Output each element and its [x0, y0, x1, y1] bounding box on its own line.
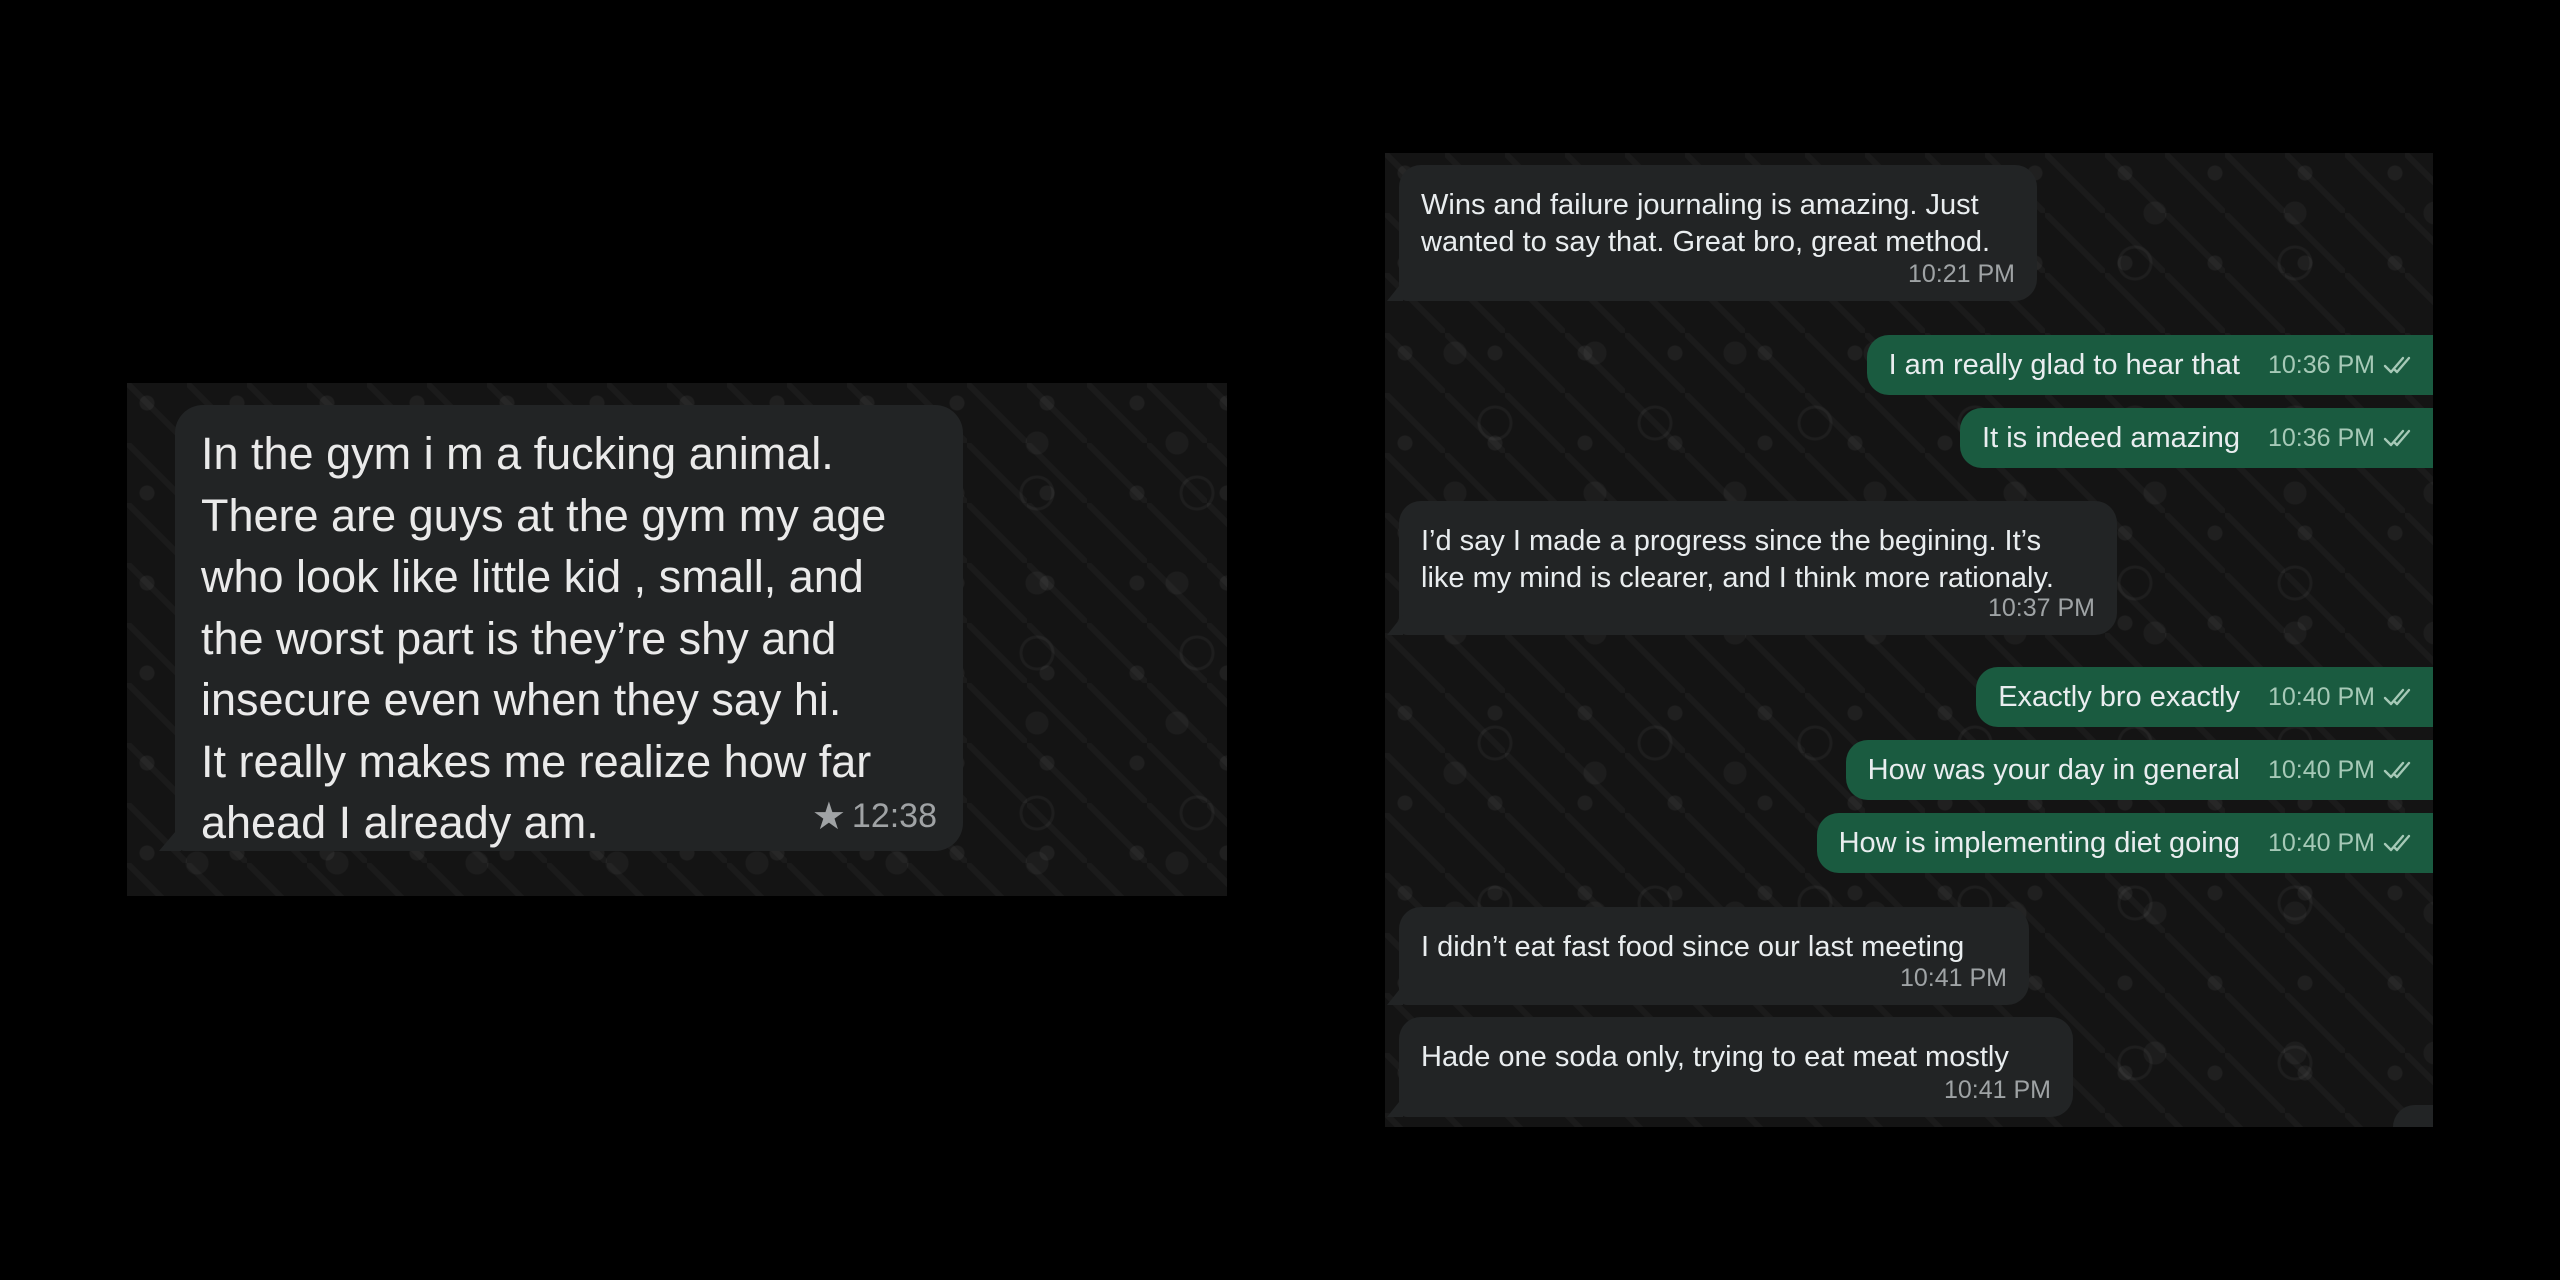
message-line: In the gym i m a fucking animal. [201, 428, 834, 479]
message-meta: 10:40 PM [2268, 829, 2417, 858]
double-check-icon [2383, 429, 2411, 447]
double-check-icon [2383, 761, 2411, 779]
message-meta: 10:36 PM [2268, 424, 2417, 453]
scroll-button-edge[interactable] [2393, 1105, 2433, 1127]
message-meta: ★ 12:38 [812, 794, 937, 839]
message-line: insecure even when they say hi. [201, 674, 842, 725]
message-time: 10:40 PM [2267, 755, 2375, 784]
message-time: 10:37 PM [1987, 594, 2095, 622]
message-time: 10:41 PM [1899, 964, 2007, 992]
message-line: Hade one soda only, trying to eat meat m… [1421, 1041, 2009, 1073]
incoming-message-bubble[interactable]: Hade one soda only, trying to eat meat m… [1387, 1017, 2073, 1117]
right-chat-panel: Wins and failure journaling is amazing. … [1385, 153, 2433, 1127]
message-meta: 10:40 PM [2268, 756, 2417, 785]
message-line: like my mind is clearer, and I think mor… [1421, 562, 2054, 594]
outgoing-message-bubble[interactable]: Exactly bro exactly 10:40 PM [1976, 667, 2433, 727]
message-time: 10:21 PM [1907, 260, 2015, 288]
message-text: Exactly bro exactly [1998, 680, 2240, 713]
message-text: In the gym i m a fucking animal. There a… [201, 423, 937, 854]
incoming-message-bubble[interactable]: I didn’t eat fast food since our last me… [1387, 907, 2029, 1005]
message-time: 10:40 PM [2267, 682, 2375, 711]
message-time: 10:36 PM [2267, 350, 2375, 379]
outgoing-message-bubble[interactable]: How was your day in general 10:40 PM [1845, 740, 2433, 800]
message-meta: 10:40 PM [2268, 683, 2417, 712]
message-line: Wins and failure journaling is amazing. … [1421, 189, 1979, 221]
message-text: It is indeed amazing [1982, 421, 2240, 454]
message-meta: 10:36 PM [2268, 351, 2417, 380]
message-text: I am really glad to hear that [1888, 348, 2240, 381]
message-line: There are guys at the gym my age [201, 489, 887, 541]
outgoing-message-bubble[interactable]: I am really glad to hear that 10:36 PM [1866, 335, 2433, 395]
message-line: I didn’t eat fast food since our last me… [1421, 931, 1965, 963]
left-chat-panel: In the gym i m a fucking animal. There a… [127, 383, 1227, 896]
message-line: I’d say I made a progress since the begi… [1421, 525, 2042, 557]
message-line: who look like little kid , small, and [201, 551, 864, 602]
incoming-message-bubble[interactable]: Wins and failure journaling is amazing. … [1387, 165, 2037, 301]
message-time: 10:40 PM [2267, 828, 2375, 857]
message-time: 10:36 PM [2267, 423, 2375, 452]
incoming-message-bubble[interactable]: In the gym i m a fucking animal. There a… [159, 405, 963, 854]
message-time: 12:38 [851, 797, 937, 835]
incoming-message-bubble[interactable]: I’d say I made a progress since the begi… [1387, 501, 2117, 635]
double-check-icon [2383, 688, 2411, 706]
message-line: the worst part is they’re shy and [201, 612, 837, 664]
message-line: It really makes me realize how far [201, 735, 872, 787]
outgoing-message-bubble[interactable]: How is implementing diet going 10:40 PM [1816, 813, 2433, 873]
message-line: wanted to say that. Great bro, great met… [1421, 226, 1991, 258]
outgoing-message-bubble[interactable]: It is indeed amazing 10:36 PM [1960, 408, 2433, 468]
double-check-icon [2383, 356, 2411, 374]
message-time: 10:41 PM [1943, 1076, 2051, 1104]
double-check-icon [2383, 834, 2411, 852]
message-text: How was your day in general [1867, 753, 2240, 786]
message-text: How is implementing diet going [1838, 826, 2240, 859]
star-icon: ★ [811, 796, 846, 838]
